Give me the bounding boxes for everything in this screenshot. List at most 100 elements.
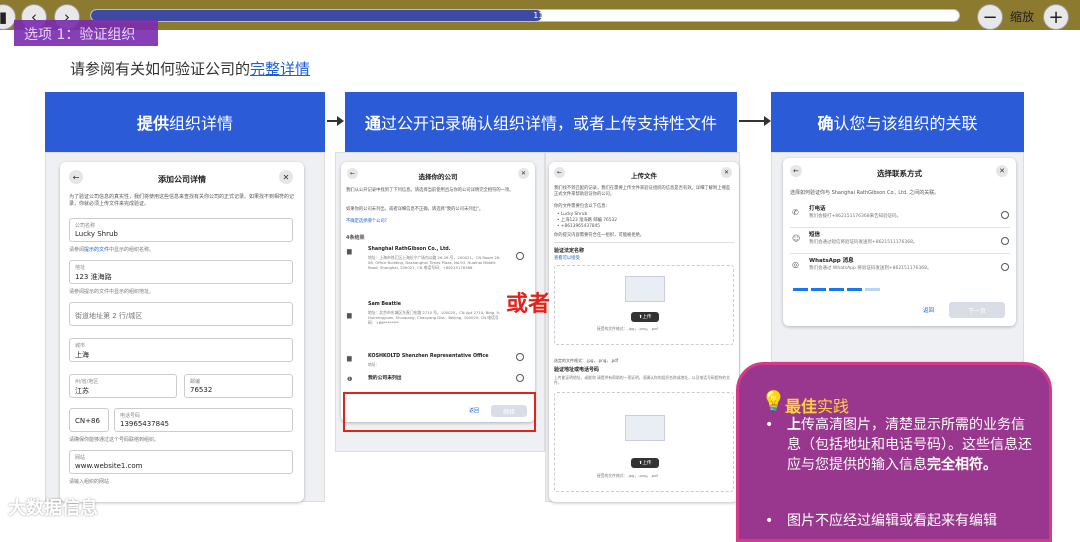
upload-dropzone[interactable]: ⬆ 上传 接受的文件格式：.jpg，.png，.pdf bbox=[554, 265, 734, 345]
field-value: Lucky Shrub bbox=[75, 230, 118, 238]
field-label: 城市 bbox=[75, 343, 86, 349]
details-link[interactable]: 完整详情 bbox=[250, 60, 310, 78]
viewer-toolbar: ▮ ‹ › 11 的 21 − 缩放 + bbox=[0, 0, 1080, 30]
zoom-out-button[interactable]: − bbox=[977, 4, 1003, 30]
field-label: 电话号码 bbox=[120, 413, 141, 419]
help-link[interactable]: 不确定选择哪个公司? bbox=[346, 219, 387, 225]
field-hint: 请确保你能够通过这个号码联络到组织。 bbox=[69, 437, 160, 443]
option-radio[interactable] bbox=[1001, 263, 1009, 271]
card-description: 选择如何验证你与 Shanghai RathGibson Co., Ltd. 之… bbox=[790, 190, 940, 196]
list-item: • 上海123 淮海路 邮编 76532 bbox=[557, 218, 617, 223]
zoom-label: 缩放 bbox=[1010, 10, 1035, 24]
info-icon: ❶ bbox=[347, 376, 353, 383]
sms-icon: ☺ bbox=[792, 234, 801, 243]
selected-format-text: 选定的文件格式：.jpg，.png，.pdf bbox=[554, 358, 619, 363]
city-field[interactable]: 城市 上海 bbox=[69, 338, 293, 362]
note-text: 你的提交内容需要符合任一组织，可能被拒绝。 bbox=[554, 233, 645, 238]
province-field[interactable]: 州/省/地区 江苏 bbox=[69, 374, 177, 398]
option-name: 短信 bbox=[809, 232, 821, 238]
back-button[interactable]: 返回 bbox=[923, 308, 934, 315]
website-field[interactable]: 网站 www.website1.com bbox=[69, 450, 293, 474]
document-icon bbox=[625, 415, 665, 441]
step3-bold: 确 bbox=[817, 114, 834, 133]
phone-field[interactable]: 电话号码 13965437845 bbox=[114, 408, 293, 432]
field-value: www.website1.com bbox=[75, 462, 143, 470]
tip-title: 最佳实践 bbox=[785, 397, 850, 416]
field-value: 上海 bbox=[75, 351, 89, 359]
field-label: 州/省/地区 bbox=[75, 379, 99, 385]
result-detail: 地址： bbox=[368, 362, 380, 367]
option-detail: 我们会拨打+862151176368来告知验证码。 bbox=[809, 214, 902, 219]
upload-button[interactable]: ⬆ 上传 bbox=[631, 312, 659, 322]
result-name: Shanghai RathGibson Co., Ltd. bbox=[368, 247, 451, 252]
close-icon[interactable]: ✕ bbox=[721, 167, 732, 178]
highlight-box bbox=[343, 392, 536, 432]
arrow-icon bbox=[327, 116, 344, 126]
result-count: 4条结果 bbox=[346, 235, 365, 241]
field-value: CN+86 bbox=[75, 417, 100, 425]
or-label: 或者 bbox=[506, 292, 551, 317]
option-detail: 我们会通过短信将验证码发送到+8621511176368。 bbox=[809, 240, 918, 245]
field-label: 地址 bbox=[75, 265, 86, 271]
card-title: 选择你的公司 bbox=[418, 173, 458, 181]
option-radio[interactable] bbox=[1001, 237, 1009, 245]
step-box-3: 确认您与该组织的关联 bbox=[771, 92, 1024, 152]
field-label: 网站 bbox=[75, 455, 86, 461]
arrow-icon bbox=[739, 116, 771, 126]
field-label: 邮编 bbox=[190, 379, 201, 385]
result-name: 我的公司未列出 bbox=[368, 376, 402, 381]
field-value: 76532 bbox=[190, 386, 213, 394]
result-name: KOSHKOLTD Shenzhen Representative Office bbox=[368, 354, 489, 359]
upload-dropzone[interactable]: ⬆ 上传 接受的文件格式：.jpg，.png，.pdf bbox=[554, 392, 734, 492]
card-description: 为了验证公司信息的真实性，我们将使用这些信息来查找有关你公司的正式记录。如果找不… bbox=[69, 194, 295, 207]
contact-card: ← 选择联系方式 ✕ 选择如何验证你与 Shanghai RathGibson … bbox=[783, 158, 1016, 326]
building-icon: ▆ bbox=[347, 355, 352, 362]
close-icon[interactable]: ✕ bbox=[996, 165, 1008, 177]
building-icon: ▆ bbox=[347, 248, 352, 255]
country-code-select[interactable]: CN+86 bbox=[69, 408, 109, 432]
upload-card: ← 上传文件 ✕ 我们找不到匹配的记录，我们在需要上传文件来验证组织的信息是否有… bbox=[549, 162, 739, 502]
hint-link[interactable]: 提示的文件 bbox=[84, 247, 109, 253]
format-text: 接受的文件格式：.jpg，.png，.pdf bbox=[597, 326, 658, 331]
section-link[interactable]: 查看可以接受 bbox=[554, 256, 580, 262]
street2-field[interactable]: 街道地址第 2 行/城区 bbox=[69, 302, 293, 326]
step3-text: 认您与该组织的关联 bbox=[833, 114, 978, 133]
slide-progress-bar[interactable]: 11 的 21 bbox=[90, 9, 960, 22]
option-name: WhatsApp 消息 bbox=[809, 258, 854, 264]
slide-canvas: 选项 1：验证组织 请参阅有关如何验证公司的完整详情 提供 组织详情 通过公开记录… bbox=[0, 20, 1080, 542]
next-button[interactable]: 下一页 bbox=[949, 302, 1005, 318]
card-description-2: 如果你的公司未列出，或者详细信息不正确，请选择"我的公司未列出"。 bbox=[346, 207, 484, 212]
close-icon[interactable]: ✕ bbox=[518, 168, 529, 179]
option-radio[interactable] bbox=[1001, 211, 1009, 219]
option-name: 打电话 bbox=[809, 206, 826, 212]
result-radio[interactable] bbox=[516, 374, 524, 382]
intro-label: 请参阅有关如何验证公司的 bbox=[70, 60, 251, 78]
step2-text: 过公开记录确认组织详情，或者上传支持性文件 bbox=[381, 114, 718, 133]
result-name: Sam Beattie bbox=[368, 302, 401, 307]
step1-bold: 提供 bbox=[136, 114, 169, 133]
list-title: 你的文件需要包含以下信息： bbox=[554, 204, 610, 209]
option-title: 选项 1：验证组织 bbox=[14, 20, 158, 46]
whatsapp-icon: ◎ bbox=[792, 260, 799, 269]
result-radio[interactable] bbox=[516, 252, 524, 260]
zip-field[interactable]: 邮编 76532 bbox=[184, 374, 293, 398]
step2-bold: 通 bbox=[364, 114, 381, 133]
step-progress-indicator bbox=[793, 288, 883, 291]
address-field[interactable]: 地址 123 淮海路 bbox=[69, 260, 293, 284]
option-detail: 我们会通过 WhatsApp 将验证码发送到+862151176368。 bbox=[809, 266, 932, 271]
card-title: 选择联系方式 bbox=[877, 169, 922, 178]
result-radio[interactable] bbox=[516, 353, 524, 361]
intro-text: 请参阅有关如何验证公司的完整详情 bbox=[70, 58, 310, 79]
lightbulb-icon: 💡 bbox=[761, 389, 786, 413]
phone-icon: ✆ bbox=[792, 208, 799, 217]
section-title: 验证法定名称 bbox=[554, 248, 585, 254]
document-icon bbox=[625, 276, 665, 302]
field-value: 123 淮海路 bbox=[75, 273, 112, 281]
card-description: 我们从公开记录中找到了下列信息。请选择当前使用且与你的公司详情完全相符的一项。 bbox=[346, 188, 514, 193]
building-icon: ▆ bbox=[347, 312, 352, 319]
company-name-field[interactable]: 公司名称 Lucky Shrub bbox=[69, 218, 293, 242]
close-icon[interactable]: ✕ bbox=[279, 170, 293, 184]
field-label: 公司名称 bbox=[75, 223, 96, 229]
zoom-in-button[interactable]: + bbox=[1043, 4, 1069, 30]
upload-button[interactable]: ⬆ 上传 bbox=[631, 458, 659, 468]
